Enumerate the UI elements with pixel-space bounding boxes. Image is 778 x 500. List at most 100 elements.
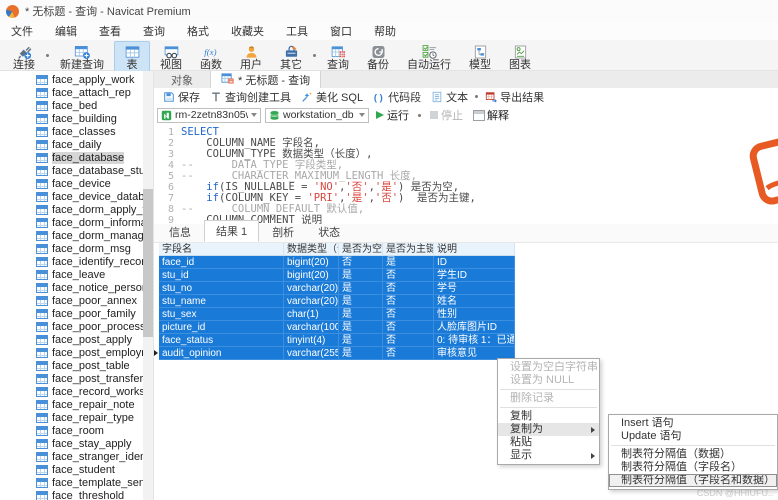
tab-untitled-query[interactable]: * 无标题 - 查询 <box>210 71 322 88</box>
code-snippet-button[interactable]: ( ) 代码段 <box>368 89 426 104</box>
grid-cell[interactable]: stu_id <box>159 269 284 282</box>
query-builder-button[interactable]: 查询创建工具 <box>205 89 296 104</box>
result-tab[interactable]: 信息 <box>158 222 202 242</box>
sidebar-item[interactable]: face_post_apply <box>0 333 143 346</box>
grid-cell[interactable]: varchar(20) <box>284 282 339 295</box>
grid-cell[interactable]: 否 <box>383 282 434 295</box>
sidebar-item[interactable]: face_stay_apply <box>0 437 143 450</box>
grid-cell[interactable]: 0: 待审核 1：已通过 <box>434 334 515 347</box>
grid-cell[interactable]: varchar(20) <box>284 295 339 308</box>
grid-cell[interactable]: 性别 <box>434 308 515 321</box>
sidebar-item[interactable]: face_bed <box>0 99 143 112</box>
sidebar-item[interactable]: face_dorm_information <box>0 216 143 229</box>
table-row[interactable]: stu_id bigint(20) 是否学生ID <box>159 269 515 282</box>
sidebar-item[interactable]: face_room <box>0 424 143 437</box>
sidebar-item[interactable]: face_repair_note <box>0 398 143 411</box>
menu-item[interactable]: 制表符分隔值（字段名） <box>609 461 777 474</box>
grid-cell[interactable]: varchar(255) <box>284 347 339 360</box>
sidebar-item[interactable]: face_building <box>0 112 143 125</box>
tab-objects[interactable]: 对象 <box>154 71 210 88</box>
sidebar-item[interactable]: face_apply_work <box>0 73 143 86</box>
split-dot[interactable] <box>418 113 421 117</box>
menu-item[interactable]: 查看 <box>88 22 132 40</box>
run-button[interactable]: 运行 <box>373 107 412 123</box>
grid-cell[interactable]: tinyint(4) <box>284 334 339 347</box>
sidebar-item[interactable]: face_repair_type <box>0 411 143 424</box>
menu-item[interactable]: 格式 <box>176 22 220 40</box>
toolbar-button-table[interactable]: 表 <box>114 41 150 72</box>
grid-cell[interactable]: face_id <box>159 256 284 269</box>
toolbar-button-other[interactable]: 其它 <box>272 41 310 72</box>
sidebar-item[interactable]: face_database_stu <box>0 164 143 177</box>
explain-button[interactable]: 解释 <box>470 107 512 123</box>
grid-cell[interactable]: varchar(100) <box>284 321 339 334</box>
grid-header-cell[interactable]: 是否为空 <box>339 243 383 256</box>
grid-cell[interactable]: 姓名 <box>434 295 515 308</box>
sidebar-item[interactable]: face_stranger_identify_ <box>0 450 143 463</box>
grid-cell[interactable]: 否 <box>383 308 434 321</box>
toolbar-button-model[interactable]: 模型 <box>461 41 499 72</box>
export-result-button[interactable]: 导出结果 <box>480 89 549 104</box>
grid-header-cell[interactable]: 数据类型（长度） <box>284 243 339 256</box>
grid-cell[interactable]: audit_opinion <box>159 347 284 360</box>
grid-cell[interactable]: stu_name <box>159 295 284 308</box>
menu-item[interactable]: 复制 <box>498 410 599 423</box>
menu-item[interactable]: 文件 <box>0 22 44 40</box>
sidebar-item[interactable]: face_classes <box>0 125 143 138</box>
menu-item[interactable]: 工具 <box>275 22 319 40</box>
sidebar-scrollbar[interactable] <box>143 71 153 500</box>
menu-item[interactable]: 收藏夹 <box>220 22 275 40</box>
sidebar-item[interactable]: face_device_database <box>0 190 143 203</box>
table-row[interactable]: picture_id varchar(100) 是否人脸库图片ID <box>159 321 515 334</box>
text-button[interactable]: 文本 <box>426 89 473 104</box>
connection-select[interactable]: rm-2zetn83n05wz7i <box>157 107 261 123</box>
grid-cell[interactable]: char(1) <box>284 308 339 321</box>
grid-cell[interactable]: bigint(20) <box>284 269 339 282</box>
toolbar-button-view[interactable]: 视图 <box>152 41 190 72</box>
sidebar-item[interactable]: face_record_workstudy <box>0 385 143 398</box>
grid-cell[interactable]: 学生ID <box>434 269 515 282</box>
sidebar-item[interactable]: face_post_transfer <box>0 372 143 385</box>
toolbar-button-connect[interactable]: 连接 <box>5 41 43 72</box>
grid-cell[interactable]: 是 <box>339 269 383 282</box>
grid-cell[interactable]: 是 <box>339 308 383 321</box>
grid-cell[interactable]: stu_sex <box>159 308 284 321</box>
menu-item[interactable]: 粘贴 <box>498 436 599 449</box>
table-row[interactable]: stu_no varchar(20) 是否学号 <box>159 282 515 295</box>
grid-cell[interactable]: 否 <box>383 295 434 308</box>
result-tab[interactable]: 剖析 <box>261 222 305 242</box>
split-dot[interactable] <box>46 54 49 57</box>
grid-cell[interactable]: 是 <box>339 321 383 334</box>
table-row[interactable]: stu_name varchar(20) 是否姓名 <box>159 295 515 308</box>
sidebar-item[interactable]: face_dorm_manager <box>0 229 143 242</box>
grid-cell[interactable]: picture_id <box>159 321 284 334</box>
sql-editor[interactable]: 1 SELECT 2 COLUMN_NAME 字段名, 3 COLUMN_TYPE 数… <box>154 125 778 226</box>
sidebar-scrollbar-thumb[interactable] <box>143 189 153 337</box>
grid-cell[interactable]: 否 <box>383 269 434 282</box>
sidebar-item[interactable]: face_notice_person <box>0 281 143 294</box>
result-tab[interactable]: 状态 <box>307 222 351 242</box>
sidebar-item[interactable]: face_post_employment <box>0 346 143 359</box>
grid-cell[interactable]: 是 <box>383 256 434 269</box>
split-dot[interactable] <box>475 95 479 98</box>
menu-item[interactable]: 制表符分隔值（数据） <box>609 448 777 461</box>
grid-header-cell[interactable]: 是否为主键 <box>383 243 434 256</box>
sidebar-item[interactable]: face_attach_rep <box>0 86 143 99</box>
grid-cell[interactable]: bigint(20) <box>284 256 339 269</box>
menu-item[interactable]: Insert 语句 <box>609 417 777 430</box>
grid-cell[interactable]: 是 <box>339 295 383 308</box>
sidebar-item[interactable]: face_template_send <box>0 476 143 489</box>
beautify-sql-button[interactable]: 美化 SQL <box>296 89 368 104</box>
sidebar-item[interactable]: face_poor_annex <box>0 294 143 307</box>
sidebar-item[interactable]: face_threshold <box>0 489 143 500</box>
toolbar-button-autorun[interactable]: 自动运行 <box>399 41 459 72</box>
grid-cell[interactable]: ID <box>434 256 515 269</box>
sidebar-item[interactable]: face_poor_process <box>0 320 143 333</box>
sidebar-item[interactable]: face_identify_record <box>0 255 143 268</box>
menu-item[interactable]: 制表符分隔值（字段名和数据） <box>609 474 777 487</box>
table-row[interactable]: face_statustinyint(4)是否0: 待审核 1：已通过 <box>159 334 515 347</box>
menu-item[interactable]: Update 语句 <box>609 430 777 443</box>
menu-item[interactable]: 查询 <box>132 22 176 40</box>
grid-cell[interactable]: stu_no <box>159 282 284 295</box>
grid-cell[interactable]: 人脸库图片ID <box>434 321 515 334</box>
